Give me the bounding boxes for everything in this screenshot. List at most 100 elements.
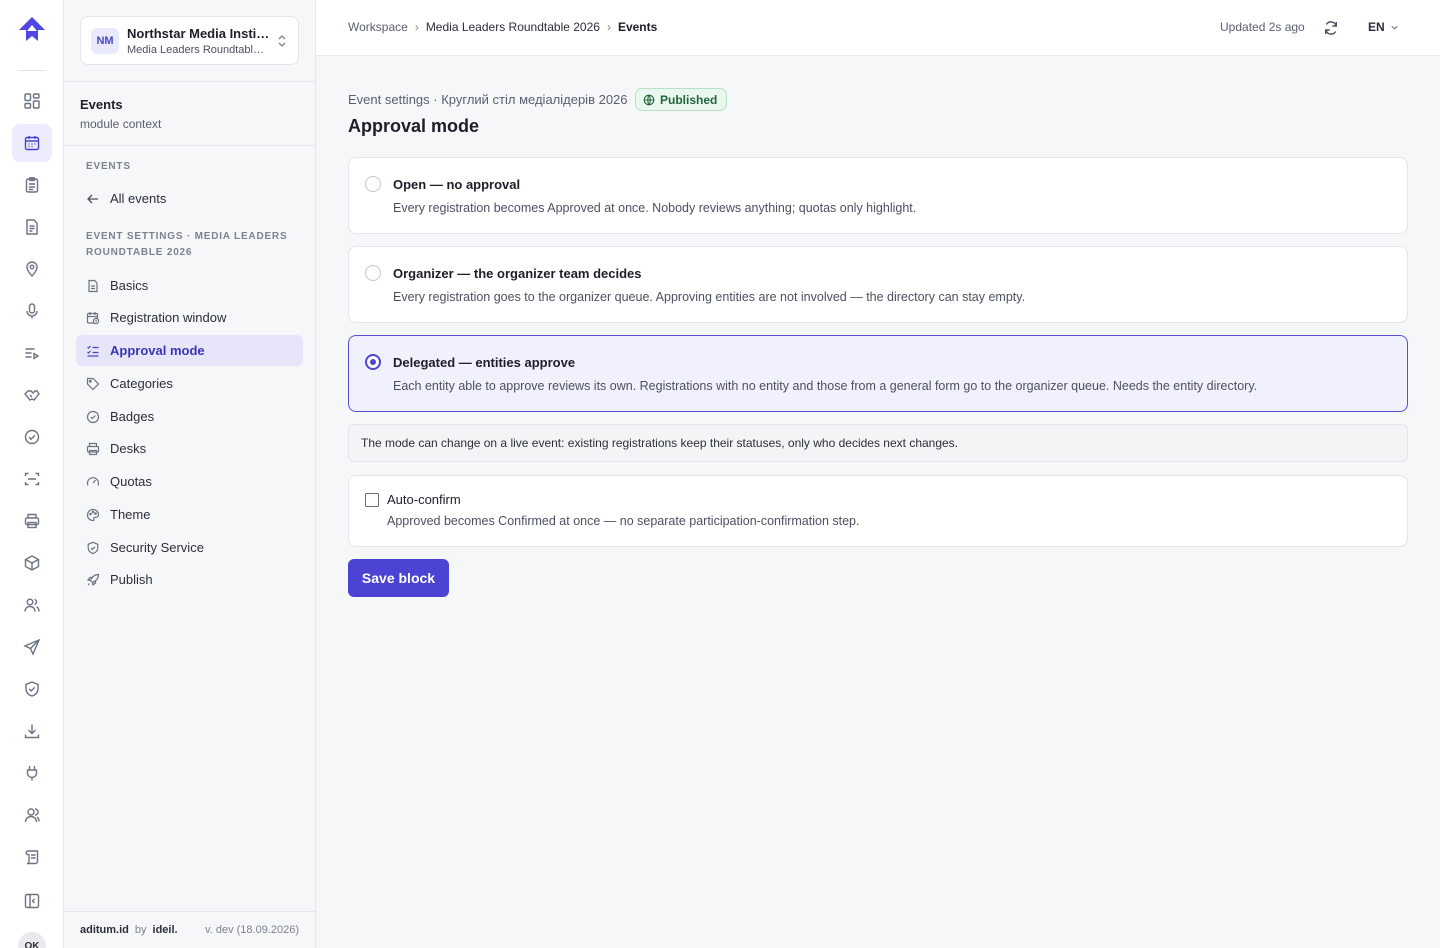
shield-icon bbox=[86, 541, 100, 555]
module-sidebar: NM Northstar Media Institute Media Leade… bbox=[64, 0, 316, 948]
sidebar-item-label: Quotas bbox=[110, 474, 152, 489]
divider bbox=[64, 145, 315, 146]
radio-button[interactable] bbox=[365, 176, 381, 192]
users-icon[interactable] bbox=[12, 586, 52, 624]
auto-confirm-description: Approved becomes Confirmed at once — no … bbox=[387, 514, 860, 528]
tag-icon bbox=[86, 377, 100, 391]
divider bbox=[64, 81, 315, 82]
page-eyebrow: Event settings · Круглий стіл медіалідер… bbox=[348, 92, 628, 107]
radio-button-selected[interactable] bbox=[365, 354, 381, 370]
user-avatar[interactable]: OK bbox=[18, 932, 46, 948]
all-events-link[interactable]: All events bbox=[76, 183, 303, 214]
breadcrumb-event[interactable]: Media Leaders Roundtable 2026 bbox=[426, 20, 600, 34]
option-description: Every registration goes to the organizer… bbox=[393, 290, 1026, 304]
badge-check-icon bbox=[86, 410, 100, 424]
icon-rail: OK bbox=[0, 0, 64, 948]
people-icon[interactable] bbox=[12, 796, 52, 834]
printer-icon bbox=[86, 442, 100, 456]
chevron-down-icon bbox=[1391, 25, 1398, 30]
sidebar-item-security-service[interactable]: Security Service bbox=[76, 532, 303, 563]
scroll-icon[interactable] bbox=[12, 838, 52, 876]
box-icon[interactable] bbox=[12, 544, 52, 582]
status-badge: Published bbox=[635, 88, 728, 111]
arrow-left-icon bbox=[86, 192, 100, 206]
sidebar-item-registration-window[interactable]: Registration window bbox=[76, 302, 303, 333]
palette-icon bbox=[86, 508, 100, 522]
option-title: Organizer — the organizer team decides bbox=[393, 266, 642, 281]
all-events-label: All events bbox=[110, 191, 167, 206]
printer-icon[interactable] bbox=[12, 502, 52, 540]
language-selector[interactable]: EN bbox=[1368, 20, 1399, 34]
option-title: Delegated — entities approve bbox=[393, 355, 576, 370]
handshake-icon[interactable] bbox=[12, 376, 52, 414]
by-label: by bbox=[134, 924, 147, 936]
globe-icon bbox=[643, 94, 655, 105]
sidebar-item-label: Basics bbox=[110, 278, 149, 293]
list-play-icon[interactable] bbox=[12, 334, 52, 372]
sidebar-item-label: Desks bbox=[110, 441, 147, 456]
file-icon bbox=[86, 279, 100, 293]
collapse-sidebar-icon[interactable] bbox=[12, 882, 52, 920]
sidebar-item-quotas[interactable]: Quotas bbox=[76, 466, 303, 497]
auto-confirm-card: Auto-confirm Approved becomes Confirmed … bbox=[348, 475, 1408, 547]
plug-icon[interactable] bbox=[12, 754, 52, 792]
sidebar-item-publish[interactable]: Publish bbox=[76, 564, 303, 595]
download-icon[interactable] bbox=[12, 712, 52, 750]
map-pin-icon[interactable] bbox=[12, 250, 52, 288]
topbar: Workspace › Media Leaders Roundtable 202… bbox=[316, 0, 1440, 56]
sidebar-item-desks[interactable]: Desks bbox=[76, 433, 303, 464]
approval-option-organizer[interactable]: Organizer — the organizer team decides E… bbox=[348, 246, 1408, 323]
app-logo-icon[interactable] bbox=[16, 14, 48, 46]
org-name: Northstar Media Institute bbox=[127, 26, 272, 41]
shield-check-icon[interactable] bbox=[12, 670, 52, 708]
context-title: Events bbox=[80, 97, 123, 112]
document-icon[interactable] bbox=[12, 208, 52, 246]
maker-name[interactable]: ideil. bbox=[153, 924, 178, 936]
calendar-clock-icon bbox=[86, 311, 100, 325]
rocket-icon bbox=[86, 573, 100, 587]
auto-confirm-checkbox[interactable] bbox=[365, 493, 379, 507]
sidebar-item-categories[interactable]: Categories bbox=[76, 368, 303, 399]
approval-option-delegated[interactable]: Delegated — entities approve Each entity… bbox=[348, 335, 1408, 412]
scan-icon[interactable] bbox=[12, 460, 52, 498]
chevron-up-down-icon bbox=[278, 35, 286, 47]
status-badge-label: Published bbox=[660, 92, 718, 107]
rail-divider bbox=[18, 70, 46, 71]
calendar-icon[interactable] bbox=[12, 124, 52, 162]
sidebar-item-label: Badges bbox=[110, 409, 155, 424]
page-title: Approval mode bbox=[348, 116, 480, 136]
updated-status: Updated 2s ago bbox=[1220, 20, 1305, 34]
mode-change-note: The mode can change on a live event: exi… bbox=[348, 424, 1408, 462]
sidebar-item-label: Registration window bbox=[110, 310, 227, 325]
refresh-icon[interactable] bbox=[1322, 19, 1340, 37]
option-description: Each entity able to approve reviews its … bbox=[393, 379, 1258, 393]
auto-confirm-label[interactable]: Auto-confirm bbox=[387, 492, 461, 507]
send-icon[interactable] bbox=[12, 628, 52, 666]
check-circle-icon[interactable] bbox=[12, 418, 52, 456]
language-label: EN bbox=[1368, 20, 1385, 34]
breadcrumb-separator: › bbox=[414, 20, 419, 34]
microphone-icon[interactable] bbox=[12, 292, 52, 330]
org-avatar: NM bbox=[91, 28, 119, 54]
dashboard-icon[interactable] bbox=[12, 82, 52, 120]
save-block-button[interactable]: Save block bbox=[348, 559, 449, 597]
sidebar-item-label: Publish bbox=[110, 572, 153, 587]
sidebar-item-basics[interactable]: Basics bbox=[76, 270, 303, 301]
sidebar-item-label: Theme bbox=[110, 507, 151, 522]
org-switcher[interactable]: NM Northstar Media Institute Media Leade… bbox=[80, 16, 299, 65]
context-subtitle: module context bbox=[80, 117, 162, 131]
option-title: Open — no approval bbox=[393, 177, 521, 192]
breadcrumb: Workspace › Media Leaders Roundtable 202… bbox=[348, 20, 657, 34]
gauge-icon bbox=[86, 475, 100, 489]
clipboard-icon[interactable] bbox=[12, 166, 52, 204]
sidebar-item-approval-mode[interactable]: Approval mode bbox=[76, 335, 303, 366]
approval-option-open[interactable]: Open — no approval Every registration be… bbox=[348, 157, 1408, 234]
breadcrumb-workspace[interactable]: Workspace bbox=[348, 20, 408, 34]
version-label: v. dev (18.09.2026) bbox=[205, 924, 299, 936]
sidebar-item-theme[interactable]: Theme bbox=[76, 499, 303, 530]
breadcrumb-separator: › bbox=[606, 20, 611, 34]
sidebar-item-label: Approval mode bbox=[110, 343, 205, 358]
radio-button[interactable] bbox=[365, 265, 381, 281]
brand-name[interactable]: aditum.id bbox=[80, 924, 129, 936]
sidebar-item-badges[interactable]: Badges bbox=[76, 401, 303, 432]
